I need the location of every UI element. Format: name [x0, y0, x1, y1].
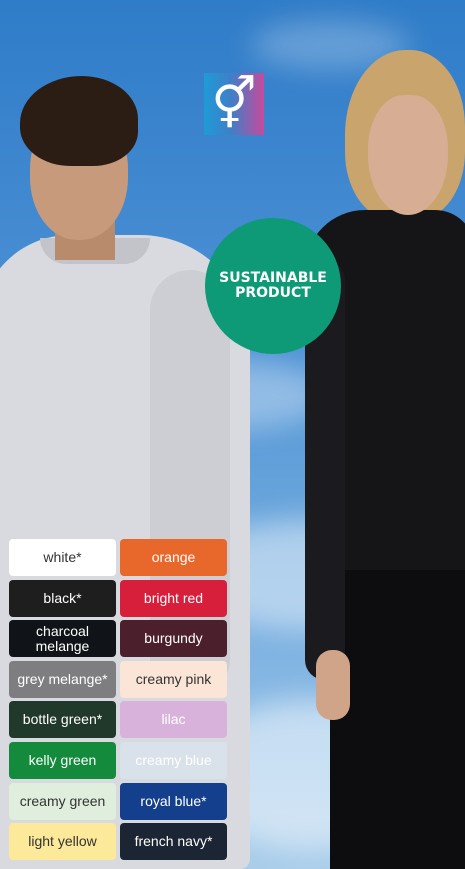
color-swatch-light-yellow[interactable]: light yellow — [9, 823, 116, 861]
color-swatch-white[interactable]: white* — [9, 539, 116, 576]
color-swatch-grey-melange[interactable]: grey melange* — [9, 660, 116, 698]
color-swatch-black[interactable]: black* — [9, 579, 116, 617]
color-swatch-grid: white* orange black* bright red charcoal mel… — [9, 539, 229, 861]
color-swatch-creamy-pink[interactable]: creamy pink — [120, 660, 227, 698]
color-swatch-bottle-green[interactable]: bottle green* — [9, 701, 116, 739]
color-swatch-kelly-green[interactable]: kelly green — [9, 741, 116, 779]
woman-trousers — [330, 560, 465, 869]
unisex-gender-icon: ⚥ — [204, 73, 264, 135]
man-hair — [20, 76, 138, 166]
color-swatch-bright-red[interactable]: bright red — [120, 579, 227, 617]
color-swatch-royal-blue[interactable]: royal blue* — [120, 782, 227, 820]
color-swatch-orange[interactable]: orange — [120, 539, 227, 576]
color-swatch-charcoal-melange[interactable]: charcoal melange — [9, 620, 116, 658]
sustainable-product-badge: SUSTAINABLE PRODUCT — [205, 218, 341, 354]
color-swatch-french-navy[interactable]: french navy* — [120, 823, 227, 861]
woman-hand — [316, 650, 350, 720]
woman-face — [368, 95, 448, 215]
color-swatch-lilac[interactable]: lilac — [120, 701, 227, 739]
color-swatch-creamy-blue[interactable]: creamy blue — [120, 741, 227, 779]
product-image: ⚥ SUSTAINABLE PRODUCT white* orange black*… — [0, 0, 465, 869]
color-swatch-creamy-green[interactable]: creamy green — [9, 782, 116, 820]
badge-line-1: SUSTAINABLE — [219, 270, 327, 286]
color-swatch-burgundy[interactable]: burgundy — [120, 620, 227, 658]
badge-line-2: PRODUCT — [235, 285, 311, 301]
